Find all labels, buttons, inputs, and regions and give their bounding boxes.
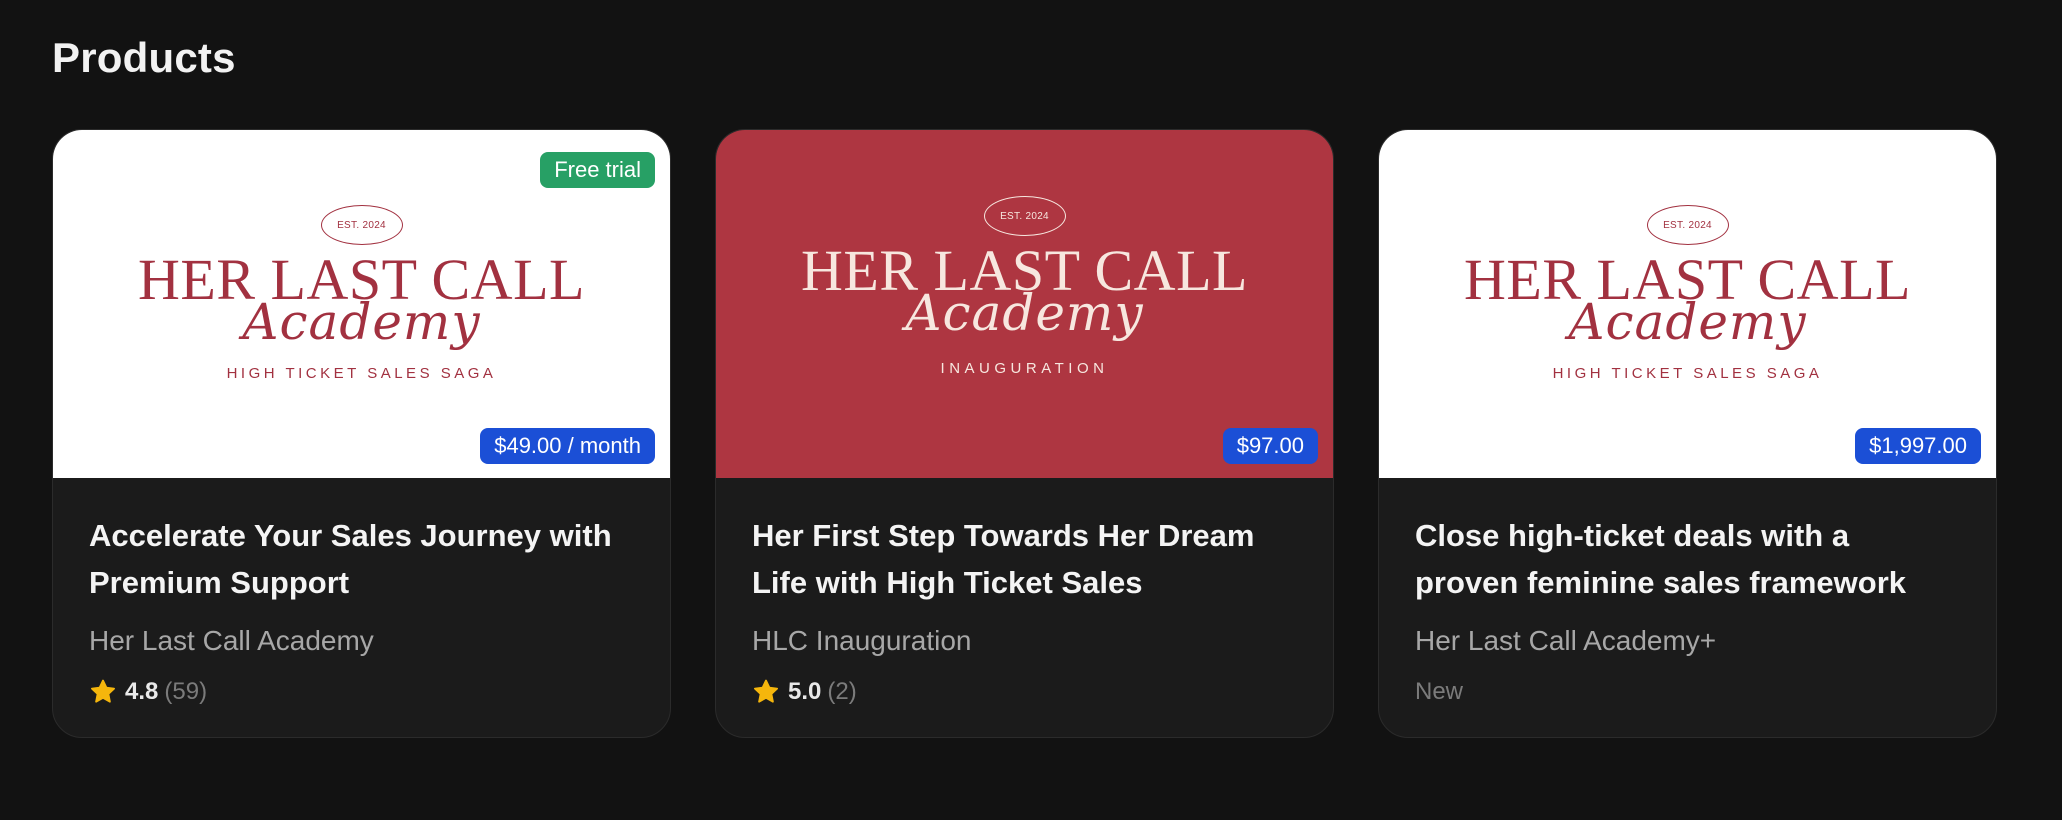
thumbnail-tagline: HIGH TICKET SALES SAGA	[226, 365, 497, 382]
rating-score: 4.8	[125, 678, 159, 705]
product-thumbnail: EST. 2024 HER LAST CALL Academy HIGH TIC…	[1379, 130, 1996, 478]
product-list: EST. 2024 HER LAST CALL Academy HIGH TIC…	[52, 129, 1997, 738]
thumbnail-script: Academy	[1568, 293, 1807, 351]
product-title[interactable]: Her First Step Towards Her Dream Life wi…	[752, 512, 1297, 606]
price-badge: $97.00	[1222, 428, 1318, 464]
product-rating: 5.0 (2)	[752, 678, 1297, 706]
product-card[interactable]: EST. 2024 HER LAST CALL Academy INAUGURA…	[715, 129, 1334, 738]
rating-count: (59)	[164, 678, 208, 705]
product-title[interactable]: Accelerate Your Sales Journey with Premi…	[89, 512, 634, 606]
star-icon	[90, 679, 116, 703]
product-author: Her Last Call Academy+	[1415, 625, 1717, 656]
star-icon	[753, 679, 779, 703]
rating-score: 5.0	[788, 678, 822, 705]
product-rating: 4.8 (59)	[89, 678, 634, 706]
section-title: Products	[52, 34, 236, 81]
thumbnail-tagline: INAUGURATION	[940, 360, 1109, 377]
est-seal: EST. 2024	[983, 196, 1066, 236]
price-badge: $1,997.00	[1855, 428, 1981, 464]
product-thumbnail: EST. 2024 HER LAST CALL Academy HIGH TIC…	[53, 130, 670, 478]
price-badge: $49.00 / month	[480, 428, 655, 464]
thumbnail-tagline: HIGH TICKET SALES SAGA	[1552, 365, 1823, 382]
product-info: Close high-ticket deals with a proven fe…	[1379, 478, 1996, 706]
new-label: New	[1415, 678, 1464, 705]
product-info: Accelerate Your Sales Journey with Premi…	[53, 478, 670, 706]
product-card[interactable]: EST. 2024 HER LAST CALL Academy HIGH TIC…	[52, 129, 671, 738]
products-page: Products EST. 2024 HER LAST CALL Academy…	[0, 0, 2062, 820]
product-author: Her Last Call Academy	[89, 625, 374, 656]
est-seal: EST. 2024	[320, 205, 403, 245]
product-title[interactable]: Close high-ticket deals with a proven fe…	[1415, 512, 1960, 606]
product-author: HLC Inauguration	[752, 625, 972, 656]
thumbnail-script: Academy	[242, 293, 481, 351]
est-seal: EST. 2024	[1646, 205, 1729, 245]
product-thumbnail: EST. 2024 HER LAST CALL Academy INAUGURA…	[716, 130, 1333, 478]
product-card[interactable]: EST. 2024 HER LAST CALL Academy HIGH TIC…	[1378, 129, 1997, 738]
product-status: New	[1415, 678, 1960, 706]
product-info: Her First Step Towards Her Dream Life wi…	[716, 478, 1333, 706]
free-trial-badge: Free trial	[540, 152, 655, 188]
rating-count: (2)	[827, 678, 857, 705]
thumbnail-script: Academy	[905, 284, 1144, 342]
